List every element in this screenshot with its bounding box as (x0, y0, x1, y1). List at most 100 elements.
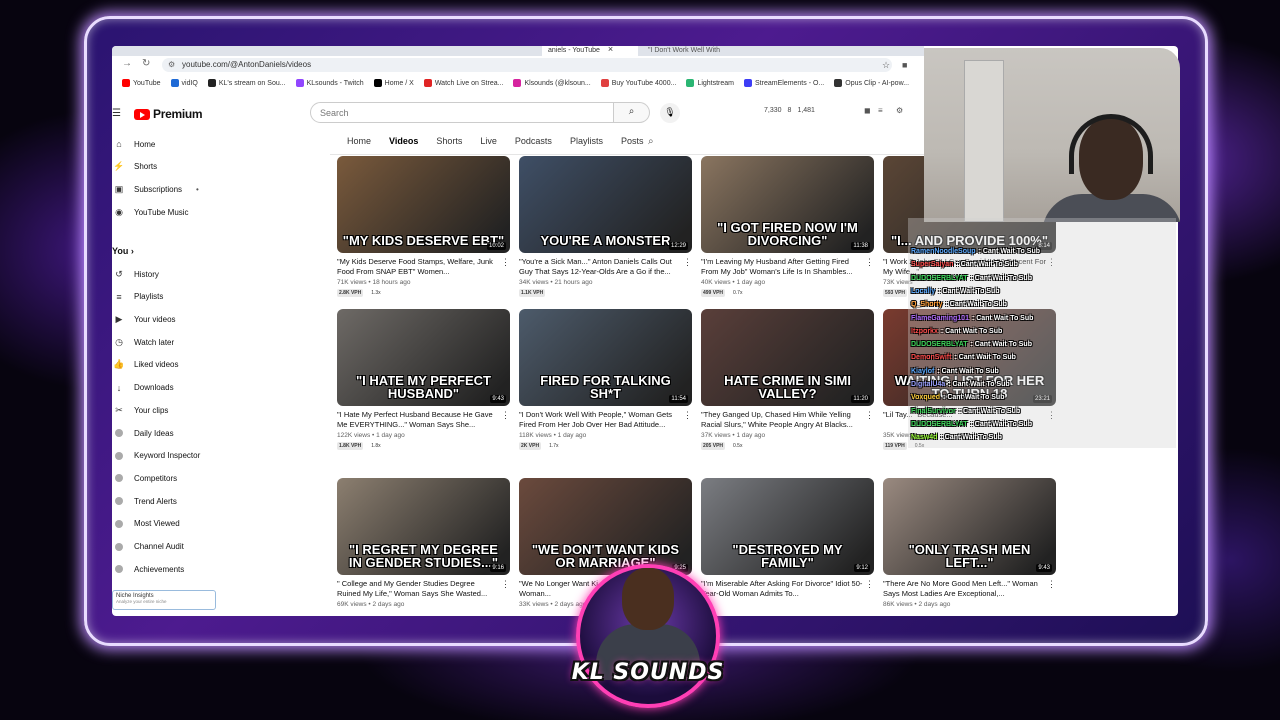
vidiq-item[interactable]: Keyword Inspector (112, 448, 224, 464)
niche-insights-panel[interactable]: Niche Insights Analyze your entire niche (112, 590, 216, 610)
video-card[interactable]: "I HATE MY PERFECT HUSBAND" 9:43 "I Hate M… (337, 309, 510, 450)
sidebar-item[interactable]: ◉ YouTube Music (112, 204, 224, 220)
forward-icon[interactable]: → (122, 58, 132, 69)
video-title[interactable]: "I'm Leaving My Husband After Getting Fi… (701, 257, 874, 277)
bookmark-item[interactable]: KL's stream on Sou... (207, 79, 286, 87)
site-info-icon[interactable]: ⚙ (168, 60, 175, 69)
bookmark-item[interactable]: StreamElements - O... (744, 79, 824, 87)
more-options-icon[interactable]: ⋮ (683, 410, 692, 420)
vidiq-item[interactable]: Channel Audit (112, 539, 224, 555)
sidebar-item[interactable]: ≡ Playlists (112, 289, 224, 305)
video-card[interactable]: FIRED FOR TALKING SH*T 11:54 "I Don't Work… (519, 309, 692, 450)
video-title[interactable]: " College and My Gender Studies Degree R… (337, 579, 510, 599)
video-thumbnail[interactable]: YOU'RE A MONSTER 12:29 (519, 156, 692, 253)
sidebar-item[interactable]: ↓ Downloads (112, 380, 224, 396)
video-thumbnail[interactable]: "DESTROYED MY FAMILY" 9:12 (701, 478, 874, 575)
sidebar-item[interactable]: ▣ Subscriptions • (112, 181, 224, 197)
bookmark-item[interactable]: Home / X (373, 79, 414, 87)
bookmark-item[interactable]: Opus Clip - AI-pow... (834, 79, 909, 87)
video-thumbnail[interactable]: "ONLY TRASH MEN LEFT..." 9:43 (883, 478, 1056, 575)
multiplier-badge: 0.5x (733, 443, 743, 449)
video-title[interactable]: "You're a Sick Man..." Anton Daniels Cal… (519, 257, 692, 277)
video-card[interactable]: "DESTROYED MY FAMILY" 9:12 "I'm Miserable … (701, 478, 874, 599)
bookmark-star-icon[interactable]: ☆ (882, 60, 890, 71)
video-title[interactable]: "I Hate My Perfect Husband Because He Ga… (337, 410, 510, 430)
tab-youtube[interactable]: aniels - YouTube × (542, 46, 638, 56)
vidiq-item[interactable]: Competitors (112, 470, 224, 486)
bookmark-item[interactable]: Klsounds (@klsoun... (513, 79, 591, 87)
more-options-icon[interactable]: ⋮ (501, 257, 510, 267)
microphone-icon[interactable]: 🎙 (660, 103, 680, 123)
tab-shorts[interactable]: Shorts (427, 136, 471, 150)
video-thumbnail[interactable]: "I HATE MY PERFECT HUSBAND" 9:43 (337, 309, 510, 406)
video-card[interactable]: "MY KIDS DESERVE EBT" 10:02 "My Kids Deser… (337, 156, 510, 297)
sidebar-item[interactable]: ✂ Your clips (112, 402, 224, 418)
settings-icon[interactable]: ⚙ (896, 106, 903, 115)
vidiq-item[interactable]: Achievements (112, 561, 224, 577)
bookmark-item[interactable]: KLsounds - Twitch (295, 79, 364, 87)
extension-icon[interactable]: ■ (902, 60, 907, 70)
sidebar-item[interactable]: ⚡ Shorts (112, 159, 224, 175)
more-options-icon[interactable]: ⋮ (501, 410, 510, 420)
vph-badge: 593 VPH (883, 289, 908, 297)
more-options-icon[interactable]: ⋮ (501, 579, 510, 589)
video-title[interactable]: "I Don't Work Well With People," Woman G… (519, 410, 692, 430)
sidebar-item[interactable]: 👍 Liked videos (112, 357, 224, 373)
video-card[interactable]: "ONLY TRASH MEN LEFT..." 9:43 "There Are N… (883, 478, 1056, 608)
tab-posts[interactable]: Posts (612, 136, 653, 150)
bookmark-item[interactable]: YouTube (122, 79, 161, 87)
more-options-icon[interactable]: ⋮ (865, 410, 874, 420)
video-duration: 11:20 (851, 395, 870, 403)
video-thumbnail[interactable]: "I GOT FIRED NOW I'M DIVORCING" 11:38 (701, 156, 874, 253)
tab-video[interactable]: "I Don't Work Well With (642, 46, 752, 56)
vidiq-item[interactable]: Most Viewed (112, 516, 224, 532)
list-icon[interactable]: ≡ (878, 106, 883, 115)
tab-podcasts[interactable]: Podcasts (506, 136, 561, 150)
more-options-icon[interactable]: ⋮ (1047, 579, 1056, 589)
video-title[interactable]: "There Are No More Good Men Left..." Wom… (883, 579, 1056, 599)
sidebar-you-heading[interactable]: You › (112, 246, 134, 256)
sidebar-item[interactable]: ▶ Your videos (112, 311, 224, 327)
video-thumbnail[interactable]: FIRED FOR TALKING SH*T 11:54 (519, 309, 692, 406)
sidebar: ⌂ Home ⚡ Shorts ▣ Subscriptions • ◉ YouTube Musi… (112, 136, 224, 616)
close-icon[interactable]: × (608, 46, 613, 54)
more-options-icon[interactable]: ⋮ (865, 579, 874, 589)
video-thumbnail[interactable]: "MY KIDS DESERVE EBT" 10:02 (337, 156, 510, 253)
search-input[interactable]: Search (310, 102, 614, 123)
bookmark-item[interactable]: Lightstream (686, 79, 734, 87)
video-title[interactable]: "I'm Miserable After Asking For Divorce"… (701, 579, 874, 599)
youtube-logo[interactable]: Premium (134, 107, 203, 121)
sidebar-item[interactable]: ◷ Watch later (112, 334, 224, 350)
video-thumbnail[interactable]: "I REGRET MY DEGREE IN GENDER STUDIES...… (337, 478, 510, 575)
tab-playlists[interactable]: Playlists (561, 136, 612, 150)
tab-live[interactable]: Live (471, 136, 506, 150)
webcam-door (964, 60, 1004, 222)
video-card[interactable]: "I REGRET MY DEGREE IN GENDER STUDIES...… (337, 478, 510, 608)
url-field[interactable]: ⚙ youtube.com/@AntonDaniels/videos (162, 58, 892, 72)
video-thumbnail[interactable]: HATE CRIME IN SIMI VALLEY? 11:20 (701, 309, 874, 406)
vidiq-item-label: Trend Alerts (134, 496, 177, 506)
sidebar-item[interactable]: ↺ History (112, 266, 224, 282)
video-card[interactable]: HATE CRIME IN SIMI VALLEY? 11:20 "They Gan… (701, 309, 874, 450)
bookmark-item[interactable]: Buy YouTube 4000... (600, 79, 676, 87)
video-title[interactable]: "My Kids Deserve Food Stamps, Welfare, J… (337, 257, 510, 277)
more-options-icon[interactable]: ⋮ (865, 257, 874, 267)
bookmark-item[interactable]: Watch Live on Strea... (423, 79, 503, 87)
vidiq-item[interactable]: Trend Alerts (112, 493, 224, 509)
search-icon[interactable]: ⌕ (614, 102, 650, 123)
video-title[interactable]: "They Ganged Up, Chased Him While Yellin… (701, 410, 874, 430)
reload-icon[interactable]: ↻ (142, 58, 150, 69)
video-card[interactable]: YOU'RE A MONSTER 12:29 "You're a Sick Man.… (519, 156, 692, 297)
vidiq-item[interactable]: Daily Ideas (112, 425, 224, 441)
vidiq-icon[interactable]: ◼ (864, 106, 871, 115)
bookmark-item[interactable]: vidIQ (170, 79, 198, 87)
video-duration: 11:38 (851, 242, 870, 250)
menu-icon[interactable]: ☰ (112, 108, 121, 119)
tab-home[interactable]: Home (338, 136, 380, 150)
tab-videos[interactable]: Videos (380, 136, 427, 150)
vidiq-item-icon (115, 474, 123, 483)
sidebar-item[interactable]: ⌂ Home (112, 136, 224, 152)
more-options-icon[interactable]: ⋮ (683, 257, 692, 267)
video-card[interactable]: "I GOT FIRED NOW I'M DIVORCING" 11:38 "I'm… (701, 156, 874, 297)
channel-search-icon[interactable]: ⌕ (648, 136, 654, 147)
